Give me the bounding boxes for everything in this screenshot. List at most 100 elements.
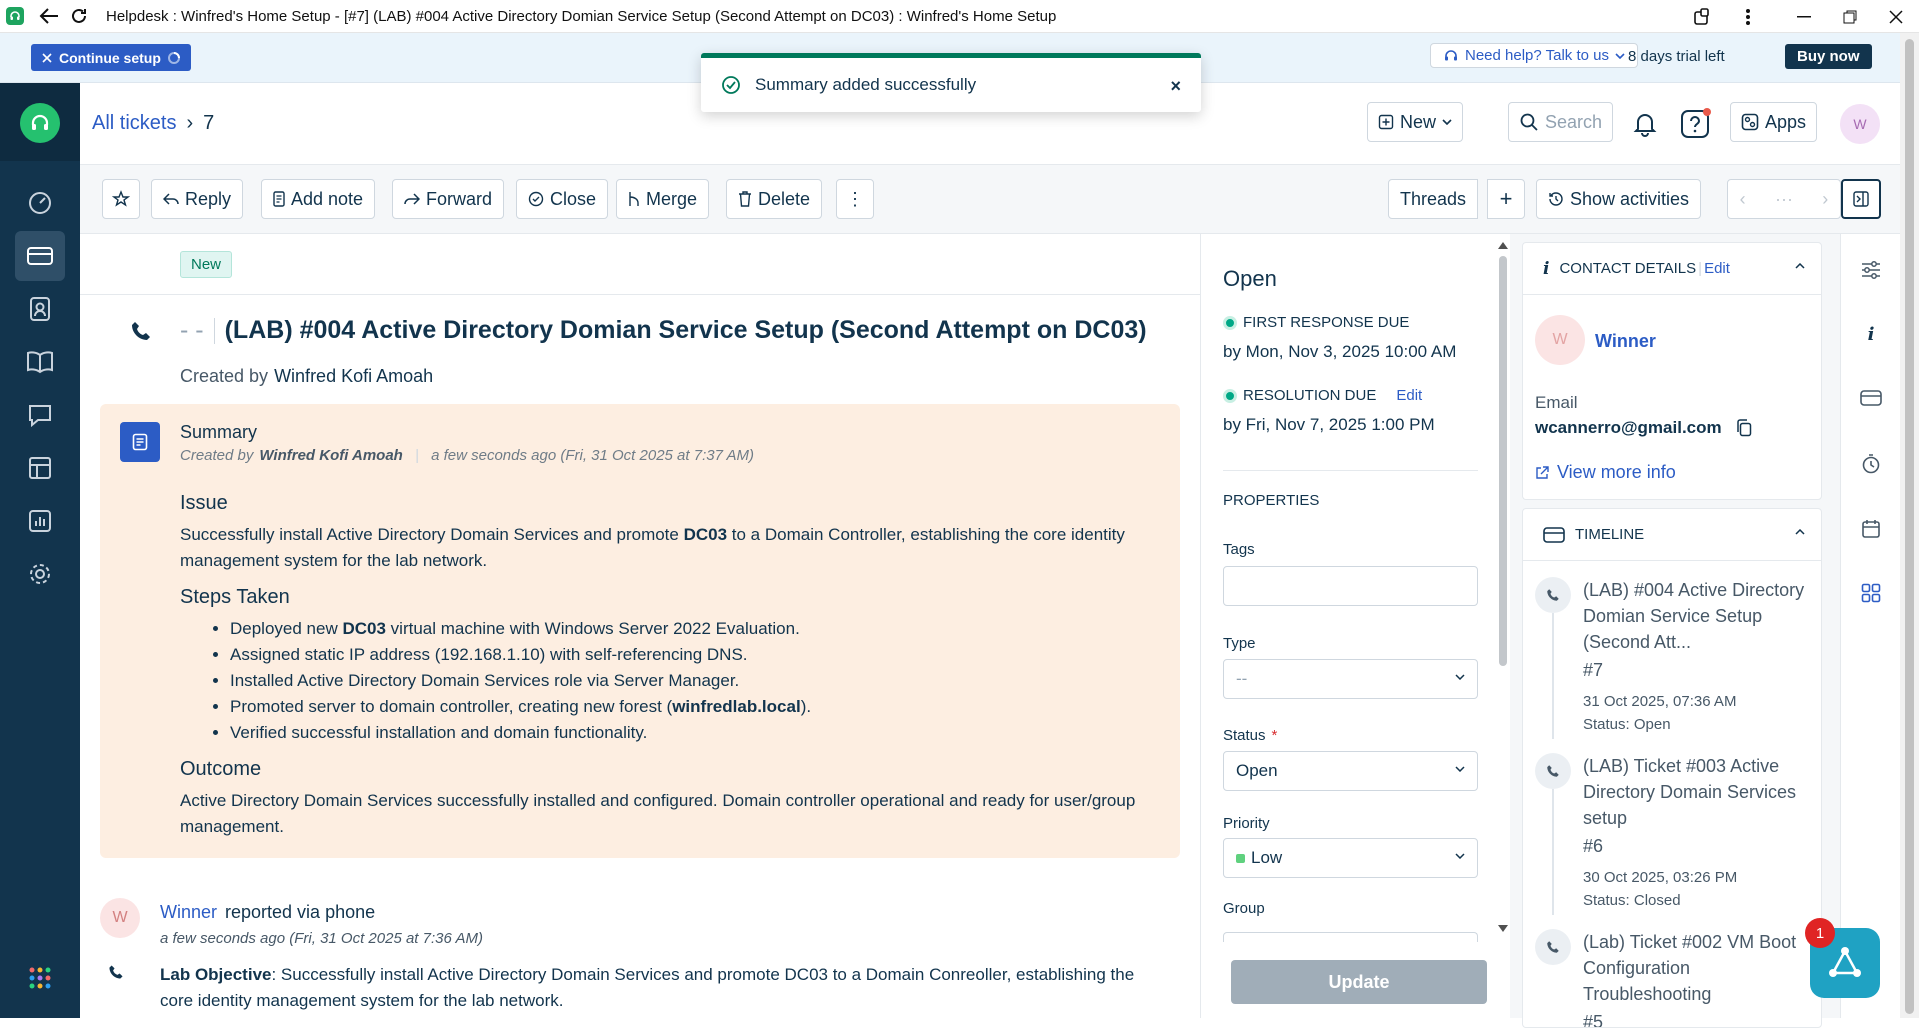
timeline-title[interactable]: (LAB) #004 Active Directory Domian Servi… — [1583, 577, 1821, 655]
dashboard-icon[interactable] — [15, 178, 65, 228]
timeline-item[interactable]: (Lab) Ticket #002 VM Boot Configuration … — [1535, 929, 1821, 1027]
timeline-title[interactable]: (Lab) Ticket #002 VM Boot Configuration … — [1583, 929, 1821, 1007]
next-ticket-icon[interactable]: › — [1822, 189, 1828, 210]
headset-icon — [1445, 49, 1457, 60]
forward-button[interactable]: Forward — [392, 179, 505, 219]
calendar-icon[interactable] — [1859, 517, 1883, 541]
maximize-icon[interactable] — [1827, 10, 1873, 24]
close-ticket-button[interactable]: Close — [516, 179, 609, 219]
app-switcher-icon[interactable] — [15, 953, 65, 1003]
reload-icon[interactable] — [66, 3, 92, 29]
star-button[interactable] — [102, 179, 140, 219]
list-item: Deployed new DC03 virtual machine with W… — [230, 616, 1170, 642]
page-scrollbar[interactable] — [1900, 33, 1919, 1018]
status-select[interactable]: Open — [1223, 751, 1478, 791]
pager-ellipsis: ··· — [1774, 188, 1793, 209]
chevron-up-icon[interactable] — [1795, 263, 1805, 269]
timeline-date: 30 Oct 2025, 03:26 PM — [1583, 869, 1738, 886]
timer-icon[interactable] — [1859, 452, 1883, 476]
info-icon[interactable]: i — [1859, 322, 1883, 346]
timeline-title[interactable]: (LAB) Ticket #003 Active Directory Domai… — [1583, 753, 1821, 831]
contact-name[interactable]: Winner — [1595, 331, 1656, 352]
reports-icon[interactable] — [15, 496, 65, 546]
delete-button[interactable]: Delete — [726, 179, 823, 219]
search-box[interactable]: Search — [1508, 102, 1613, 142]
all-tickets-link[interactable]: All tickets — [92, 112, 176, 135]
priority-select[interactable]: Low — [1223, 838, 1478, 878]
show-activities-button[interactable]: Show activities — [1536, 179, 1702, 219]
apps-grid-icon[interactable] — [1859, 581, 1883, 605]
merge-button[interactable]: Merge — [616, 179, 710, 219]
summary-note: Summary Created by Winfred Kofi Amoah | a… — [100, 404, 1180, 858]
user-avatar[interactable]: W — [1840, 104, 1880, 144]
copy-icon[interactable] — [1736, 419, 1752, 437]
group-select[interactable] — [1223, 932, 1478, 942]
buy-now-button[interactable]: Buy now — [1785, 44, 1872, 69]
phone-icon — [1535, 753, 1571, 789]
success-toast: Summary added successfully × — [701, 53, 1201, 112]
continue-setup-button[interactable]: Continue setup — [31, 44, 191, 71]
contacts-icon[interactable] — [15, 284, 65, 334]
filter-settings-icon[interactable] — [1859, 258, 1883, 282]
contact-details-header[interactable]: i CONTACT DETAILS | Edit — [1523, 243, 1821, 295]
plus-square-icon — [1378, 114, 1394, 130]
timeline-number: #7 — [1583, 660, 1604, 680]
ticket-pager: ‹ ··· › — [1727, 179, 1841, 219]
toggle-panel-button[interactable] — [1841, 179, 1881, 219]
issue-text: Successfully install Active Directory Do… — [180, 525, 1125, 570]
timeline-item[interactable]: (LAB) #004 Active Directory Domian Servi… — [1535, 577, 1820, 747]
view-more-label: View more info — [1557, 462, 1676, 482]
back-icon[interactable] — [36, 3, 62, 29]
trash-icon — [739, 191, 751, 207]
minimize-icon[interactable] — [1781, 15, 1827, 18]
resolution-edit-link[interactable]: Edit — [1396, 387, 1422, 404]
freshdesk-logo-icon[interactable] — [20, 103, 60, 143]
scroll-up-icon[interactable] — [1497, 240, 1509, 250]
more-actions-button[interactable]: ⋮ — [836, 179, 874, 219]
bell-icon[interactable] — [1633, 111, 1657, 137]
reply-button[interactable]: Reply — [151, 179, 244, 219]
contact-edit-link[interactable]: Edit — [1704, 260, 1730, 277]
menu-dots-icon[interactable] — [1725, 8, 1771, 26]
add-note-button[interactable]: Add note — [261, 179, 376, 219]
chevron-up-icon[interactable] — [1795, 529, 1805, 535]
timeline-header[interactable]: TIMELINE — [1523, 509, 1821, 561]
extensions-icon[interactable] — [1679, 7, 1725, 27]
properties-scrollbar[interactable] — [1497, 240, 1509, 940]
view-more-info-link[interactable]: View more info — [1535, 462, 1676, 483]
timeline-card: TIMELINE (LAB) #004 Active Directory Dom… — [1522, 508, 1822, 1028]
tickets-icon[interactable] — [15, 231, 65, 281]
assets-icon[interactable] — [15, 443, 65, 493]
ticket-icon[interactable] — [1859, 386, 1883, 410]
page-scrollbar-thumb[interactable] — [1905, 39, 1914, 1014]
contact-avatar: W — [1535, 315, 1585, 365]
help-dropdown[interactable]: Need help? Talk to us — [1430, 43, 1638, 68]
ticket-content: New - - (LAB) #004 Active Directory Domi… — [80, 234, 1200, 1018]
type-select[interactable]: -- — [1223, 659, 1478, 699]
settings-icon[interactable] — [15, 549, 65, 599]
conversations-icon[interactable] — [15, 390, 65, 440]
timeline-heading: TIMELINE — [1575, 526, 1645, 543]
created-by-name: Winfred Kofi Amoah — [274, 366, 434, 386]
threads-button[interactable]: Threads — [1388, 179, 1479, 219]
tags-input[interactable] — [1223, 566, 1478, 606]
close-window-icon[interactable] — [1873, 9, 1919, 24]
timeline-item[interactable]: (LAB) Ticket #003 Active Directory Domai… — [1535, 753, 1820, 923]
list-item: Verified successful installation and dom… — [230, 720, 1170, 746]
steps-list: Deployed new DC03 virtual machine with W… — [230, 616, 1170, 746]
update-button[interactable]: Update — [1231, 960, 1487, 1004]
add-thread-button[interactable]: + — [1487, 179, 1525, 219]
scroll-down-icon[interactable] — [1497, 924, 1509, 934]
requester-link[interactable]: Winner — [160, 902, 217, 922]
toast-close-button[interactable]: × — [1170, 76, 1181, 97]
scrollbar-thumb[interactable] — [1499, 256, 1507, 666]
list-item: Promoted server to domain controller, cr… — [230, 694, 1170, 720]
requester-avatar: W — [100, 898, 140, 938]
prev-ticket-icon[interactable]: ‹ — [1740, 189, 1746, 210]
new-button[interactable]: New — [1367, 102, 1464, 142]
subject-text: (LAB) #004 Active Directory Domian Servi… — [224, 316, 1147, 344]
first-response-label: FIRST RESPONSE DUE — [1223, 314, 1409, 331]
apps-button[interactable]: Apps — [1730, 102, 1818, 142]
help-icon[interactable] — [1680, 108, 1712, 140]
knowledge-base-icon[interactable] — [15, 337, 65, 387]
